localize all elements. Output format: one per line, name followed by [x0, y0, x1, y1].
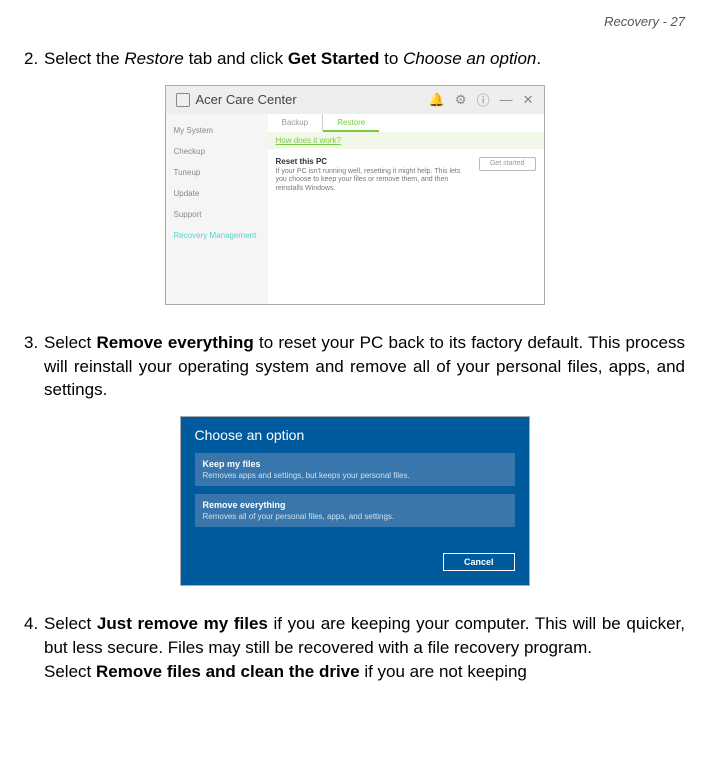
choose-option-title: Choose an option [181, 417, 529, 453]
step-4-text: Select Just remove my files if you are k… [44, 612, 685, 683]
text: if you are not keeping [360, 662, 527, 681]
just-remove-bold: Just remove my files [97, 614, 268, 633]
sidebar-item-update[interactable]: Update [166, 183, 268, 204]
text: Select the [44, 49, 124, 68]
option-keep-desc: Removes apps and settings, but keeps you… [203, 471, 507, 480]
choose-option-italic: Choose an option [403, 49, 536, 68]
window-title: Acer Care Center [196, 92, 429, 107]
text: Select [44, 333, 96, 352]
sidebar-item-tuneup[interactable]: Tuneup [166, 162, 268, 183]
reset-pc-section: Reset this PC If your PC isn't running w… [268, 149, 544, 201]
get-started-bold: Get Started [288, 49, 380, 68]
main-panel: Backup Restore How does it work? Reset t… [268, 114, 544, 304]
option-keep-my-files[interactable]: Keep my files Removes apps and settings,… [195, 453, 515, 486]
acer-logo-icon [176, 93, 190, 107]
bell-icon[interactable]: 🔔 [429, 92, 445, 108]
step-3: 3. Select Remove everything to reset you… [24, 331, 685, 402]
step-2-number: 2. [24, 47, 44, 71]
step-4: 4. Select Just remove my files if you ar… [24, 612, 685, 683]
sidebar: My System Checkup Tuneup Update Support … [166, 114, 268, 304]
option-remove-title: Remove everything [203, 500, 507, 510]
option-remove-desc: Removes all of your personal files, apps… [203, 512, 507, 521]
tab-backup[interactable]: Backup [268, 114, 324, 132]
gear-icon[interactable]: ⚙ [455, 92, 467, 108]
step-2: 2. Select the Restore tab and click Get … [24, 47, 685, 71]
step-3-number: 3. [24, 331, 44, 402]
option-remove-everything[interactable]: Remove everything Removes all of your pe… [195, 494, 515, 527]
option-keep-title: Keep my files [203, 459, 507, 469]
how-does-it-work-link[interactable]: How does it work? [268, 132, 544, 149]
text: . [536, 49, 541, 68]
page-header: Recovery - 27 [24, 14, 685, 29]
sidebar-item-my-system[interactable]: My System [166, 120, 268, 141]
text: tab and click [184, 49, 288, 68]
info-icon[interactable]: ⓘ [477, 90, 490, 109]
sidebar-item-recovery-management[interactable]: Recovery Management [166, 225, 268, 246]
remove-everything-bold: Remove everything [96, 333, 253, 352]
sidebar-item-checkup[interactable]: Checkup [166, 141, 268, 162]
tab-restore[interactable]: Restore [323, 114, 379, 132]
sidebar-item-support[interactable]: Support [166, 204, 268, 225]
choose-an-option-screenshot: Choose an option Keep my files Removes a… [180, 416, 530, 586]
step-4-number: 4. [24, 612, 44, 683]
text: to [379, 49, 403, 68]
remove-clean-bold: Remove files and clean the drive [96, 662, 360, 681]
restore-tab-name: Restore [124, 49, 184, 68]
text: Select [44, 662, 96, 681]
minimize-icon[interactable]: — [500, 92, 513, 107]
text: Select [44, 614, 97, 633]
close-icon[interactable]: ✕ [523, 92, 534, 108]
tab-row: Backup Restore [268, 114, 544, 132]
reset-pc-description: If your PC isn't running well, resetting… [276, 168, 471, 193]
step-2-text: Select the Restore tab and click Get Sta… [44, 47, 685, 71]
acer-care-center-screenshot: Acer Care Center 🔔 ⚙ ⓘ — ✕ My System Che… [165, 85, 545, 305]
reset-pc-title: Reset this PC [276, 157, 471, 166]
window-titlebar: Acer Care Center 🔔 ⚙ ⓘ — ✕ [166, 86, 544, 114]
step-3-text: Select Remove everything to reset your P… [44, 331, 685, 402]
cancel-button[interactable]: Cancel [443, 553, 515, 571]
get-started-button[interactable]: Get started [479, 157, 536, 171]
